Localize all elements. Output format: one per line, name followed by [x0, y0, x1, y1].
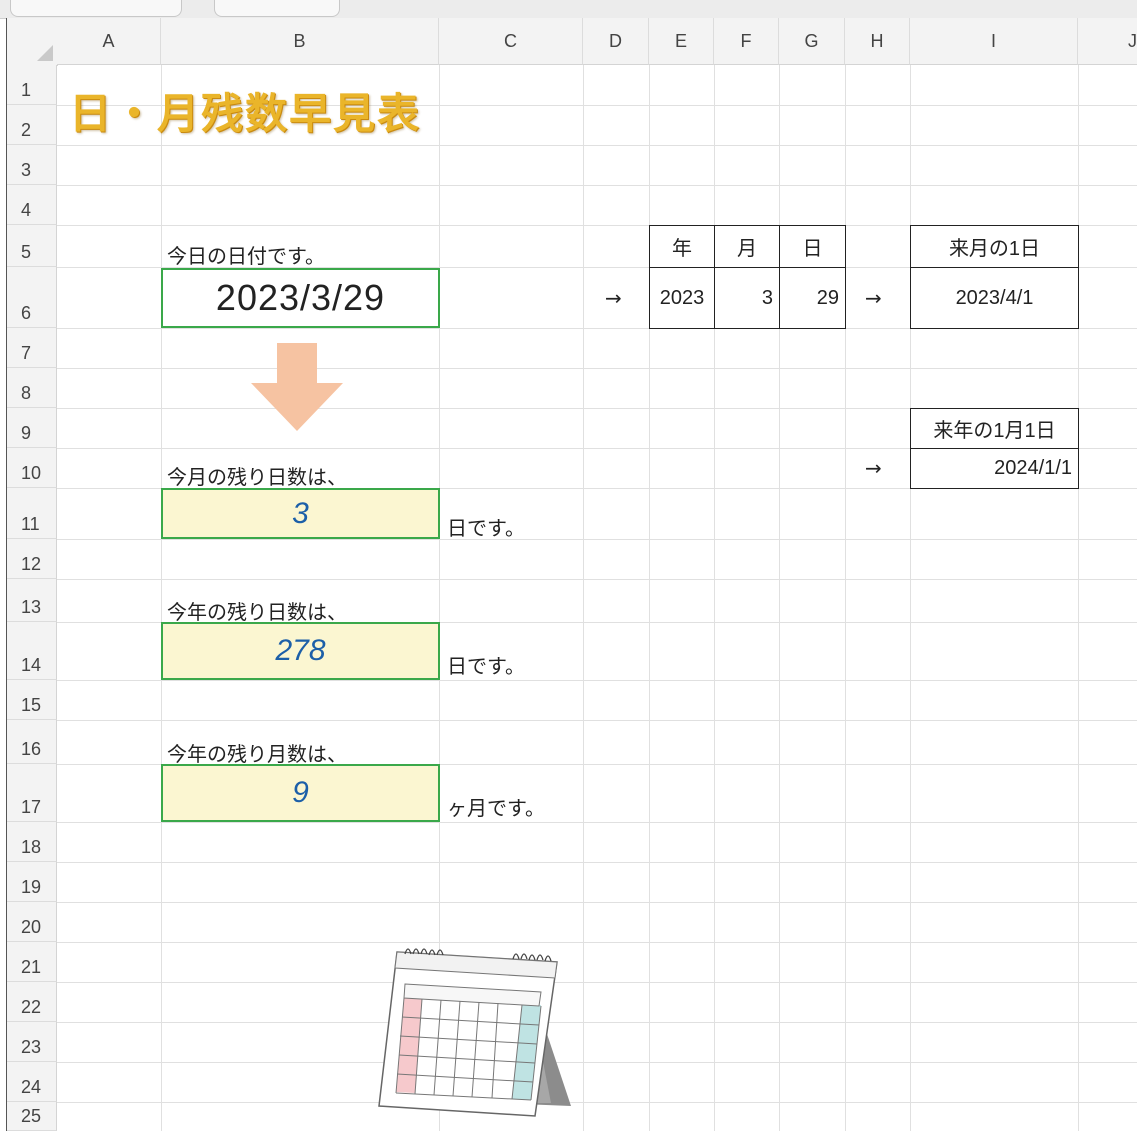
year-months-remaining-label: 今年の残り月数は、 [167, 742, 347, 766]
next-month-value-cell[interactable]: 2023/4/1 [910, 267, 1079, 329]
month-value-cell[interactable]: 3 [714, 267, 780, 329]
row-header-24[interactable]: 24 [7, 1062, 57, 1102]
year-months-remaining-cell[interactable]: 9 [161, 764, 440, 822]
grid-line [57, 185, 1137, 186]
column-header-h[interactable]: H [845, 18, 910, 65]
row-header-22[interactable]: 22 [7, 982, 57, 1022]
column-header-g[interactable]: G [779, 18, 845, 65]
sheet-tab-strip [0, 0, 1137, 19]
sheet-title: 日・月残数早見表 [69, 89, 422, 138]
down-arrow-icon [251, 343, 343, 431]
column-header-a[interactable]: A [57, 18, 161, 65]
year-days-remaining-cell[interactable]: 278 [161, 622, 440, 680]
grid-line [57, 822, 1137, 823]
select-all-corner[interactable] [7, 18, 58, 66]
arrow-to-next-year: → [865, 456, 882, 480]
month-remaining-label: 今月の残り日数は、 [167, 465, 347, 489]
grid-line [57, 720, 1137, 721]
grid-line [57, 145, 1137, 146]
row-header-10[interactable]: 10 [7, 448, 57, 488]
row-header-25[interactable]: 25 [7, 1102, 57, 1131]
grid-line [57, 680, 1137, 681]
column-header-d[interactable]: D [583, 18, 649, 65]
next-month-header-cell[interactable]: 来月の1日 [910, 225, 1079, 268]
desk-calendar-icon [378, 948, 571, 1117]
grid-line [57, 862, 1137, 863]
row-header-5[interactable]: 5 [7, 225, 57, 267]
month-remaining-suffix: 日です。 [447, 516, 525, 540]
column-header-f[interactable]: F [714, 18, 779, 65]
row-header-11[interactable]: 11 [7, 488, 57, 539]
year-header-cell[interactable]: 年 [649, 225, 715, 268]
column-header-e[interactable]: E [649, 18, 714, 65]
year-value-cell[interactable]: 2023 [649, 267, 715, 329]
row-header-13[interactable]: 13 [7, 579, 57, 622]
row-header-17[interactable]: 17 [7, 764, 57, 822]
grid-line [57, 1022, 1137, 1023]
arrow-to-next-month: → [865, 286, 882, 310]
grid-line [57, 579, 1137, 580]
year-days-remaining-label: 今年の残り日数は、 [167, 600, 347, 624]
grid-line [57, 982, 1137, 983]
row-header-3[interactable]: 3 [7, 145, 57, 185]
day-value-cell[interactable]: 29 [779, 267, 846, 329]
row-header-12[interactable]: 12 [7, 539, 57, 579]
next-year-header-cell[interactable]: 来年の1月1日 [910, 408, 1079, 449]
year-months-remaining-suffix: ヶ月です。 [447, 796, 545, 820]
row-header-1[interactable]: 1 [7, 65, 57, 105]
sheet-tab[interactable] [214, 0, 340, 17]
row-header-18[interactable]: 18 [7, 822, 57, 862]
year-days-remaining-suffix: 日です。 [447, 654, 525, 678]
grid-line [57, 1102, 1137, 1103]
row-header-7[interactable]: 7 [7, 328, 57, 368]
row-header-8[interactable]: 8 [7, 368, 57, 408]
row-header-20[interactable]: 20 [7, 902, 57, 942]
grid-line [57, 539, 1137, 540]
row-header-2[interactable]: 2 [7, 105, 57, 145]
today-date-cell[interactable]: 2023/3/29 [161, 268, 440, 328]
grid-line [57, 942, 1137, 943]
next-year-value-cell[interactable]: 2024/1/1 [910, 448, 1079, 489]
row-header-9[interactable]: 9 [7, 408, 57, 448]
row-header-14[interactable]: 14 [7, 622, 57, 680]
column-header-i[interactable]: I [910, 18, 1078, 65]
row-header-19[interactable]: 19 [7, 862, 57, 902]
row-header-4[interactable]: 4 [7, 185, 57, 225]
row-header-21[interactable]: 21 [7, 942, 57, 982]
today-label: 今日の日付です。 [167, 244, 325, 268]
column-header-j[interactable]: J [1078, 18, 1137, 65]
sheet-tab[interactable] [10, 0, 182, 17]
row-header-23[interactable]: 23 [7, 1022, 57, 1062]
spreadsheet-grid: A B C D E F G H I J 1 2 3 4 5 6 7 8 9 10… [6, 18, 1137, 1131]
day-header-cell[interactable]: 日 [779, 225, 846, 268]
month-remaining-days-cell[interactable]: 3 [161, 488, 440, 539]
row-header-15[interactable]: 15 [7, 680, 57, 720]
arrow-to-date-parts: → [605, 286, 622, 310]
row-header-6[interactable]: 6 [7, 267, 57, 328]
column-header-c[interactable]: C [439, 18, 583, 65]
column-header-b[interactable]: B [161, 18, 439, 65]
grid-line [57, 368, 1137, 369]
row-header-16[interactable]: 16 [7, 720, 57, 764]
grid-line [57, 902, 1137, 903]
month-header-cell[interactable]: 月 [714, 225, 780, 268]
grid-line [57, 1062, 1137, 1063]
